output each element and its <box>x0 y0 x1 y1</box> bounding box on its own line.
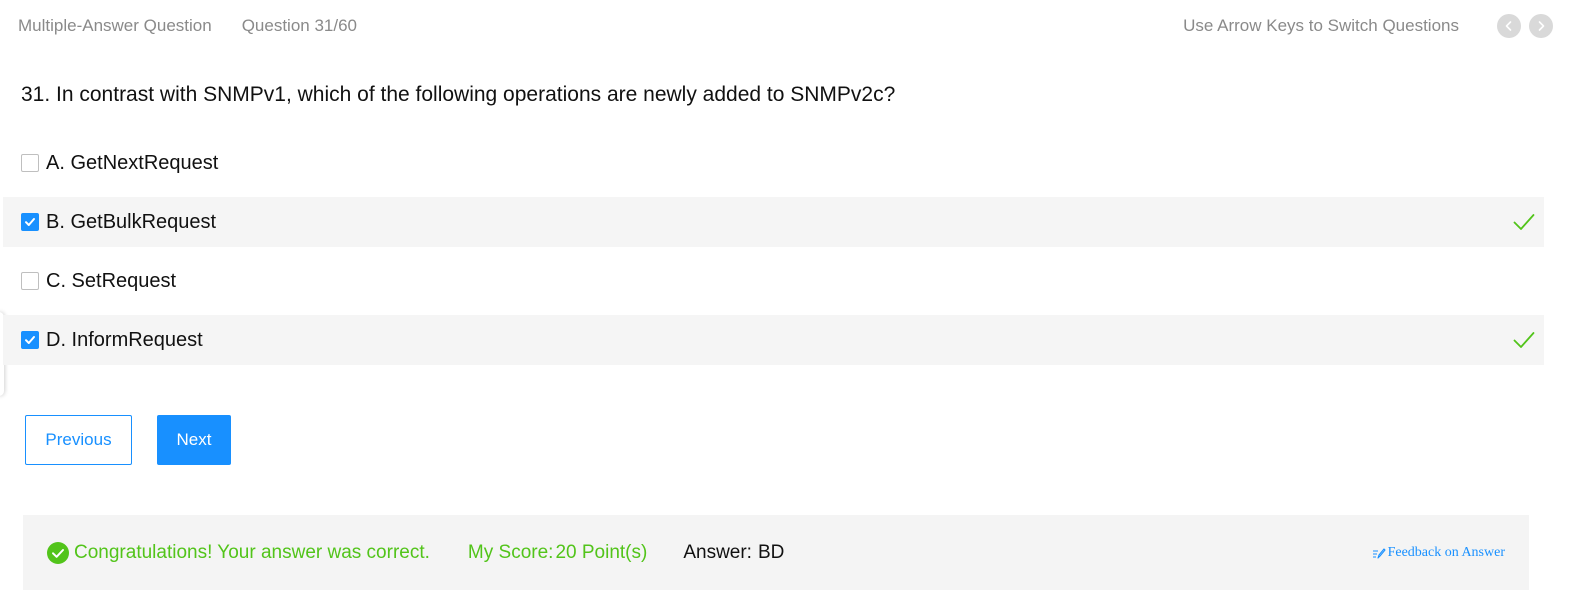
option-a-label: A. GetNextRequest <box>46 151 219 174</box>
previous-button[interactable]: Previous <box>25 415 132 465</box>
score-value: 20 Point(s) <box>555 541 648 563</box>
quiz-header: Multiple-Answer Question Question 31/60 … <box>18 14 1553 38</box>
option-c[interactable]: C. SetRequest <box>3 256 1544 306</box>
answer-label: Answer: <box>683 541 752 563</box>
chevron-left-icon <box>1505 21 1512 31</box>
option-a[interactable]: A. GetNextRequest <box>3 138 1544 188</box>
correct-check-icon <box>1513 214 1535 230</box>
option-c-checkbox[interactable] <box>21 272 39 290</box>
option-d[interactable]: D. InformRequest <box>3 315 1544 365</box>
option-a-checkbox[interactable] <box>21 154 39 172</box>
checkmark-icon <box>25 336 35 344</box>
answer-options: A. GetNextRequest B. GetBulkRequest C. S… <box>3 138 1544 374</box>
feedback-link-label: Feedback on Answer <box>1387 544 1505 560</box>
next-button[interactable]: Next <box>157 415 231 465</box>
arrow-keys-hint: Use Arrow Keys to Switch Questions <box>1183 16 1459 35</box>
success-check-circle-icon <box>47 541 69 564</box>
chevron-right-icon <box>1538 21 1545 31</box>
option-d-checkbox[interactable] <box>21 331 39 349</box>
option-d-label: D. InformRequest <box>46 328 203 351</box>
result-panel: Congratulations! Your answer was correct… <box>23 515 1529 590</box>
option-b-label: B. GetBulkRequest <box>46 210 217 233</box>
answer-value: BD <box>757 541 785 563</box>
quiz-page: Multiple-Answer Question Question 31/60 … <box>0 0 1571 594</box>
result-message: Congratulations! Your answer was correct… <box>74 541 430 563</box>
next-question-button[interactable] <box>1529 14 1553 38</box>
question-type-label: Multiple-Answer Question <box>18 16 212 35</box>
question-text: 31. In contrast with SNMPv1, which of th… <box>21 83 896 106</box>
option-b[interactable]: B. GetBulkRequest <box>3 197 1544 247</box>
question-progress: Question 31/60 <box>241 16 358 35</box>
option-b-checkbox[interactable] <box>21 213 39 231</box>
option-c-label: C. SetRequest <box>46 269 177 292</box>
edit-icon <box>1372 547 1386 559</box>
feedback-link[interactable]: Feedback on Answer <box>1372 545 1505 561</box>
checkmark-icon <box>25 218 35 226</box>
previous-question-button[interactable] <box>1497 14 1521 38</box>
correct-check-icon <box>1513 332 1535 348</box>
score-label: My Score: <box>467 541 554 563</box>
